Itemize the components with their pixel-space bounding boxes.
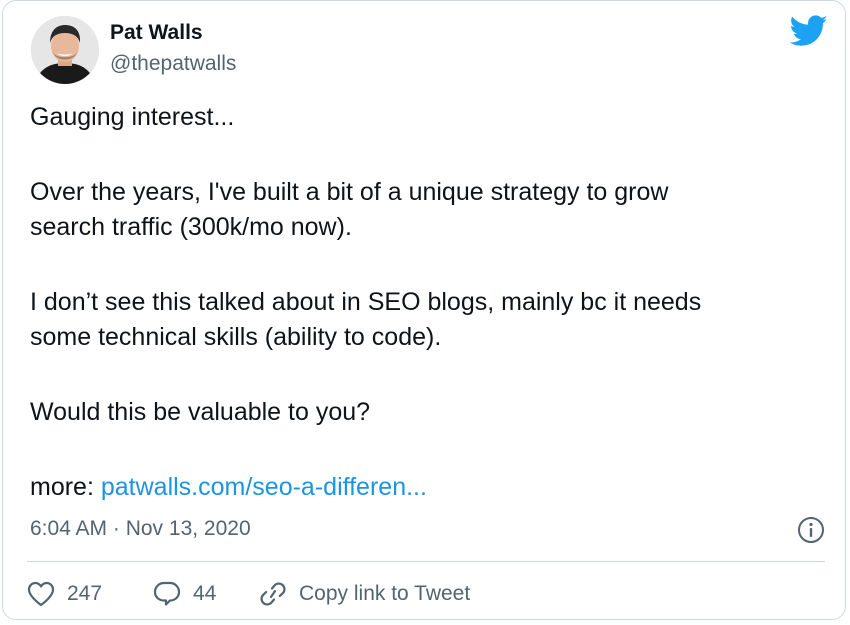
info-icon[interactable] xyxy=(797,516,825,544)
more-link[interactable]: patwalls.com/seo-a-differen... xyxy=(101,473,427,501)
reply-bubble-icon xyxy=(153,581,181,606)
copy-link-button[interactable]: Copy link to Tweet xyxy=(259,578,470,610)
author-handle[interactable]: @thepatwalls xyxy=(110,52,236,76)
tweet-text-line: some technical skills (ability to code). xyxy=(30,323,442,351)
tweet-card[interactable]: Pat Walls @thepatwalls Gauging interest.… xyxy=(2,0,846,620)
profile-photo-icon xyxy=(31,16,99,84)
author-name[interactable]: Pat Walls xyxy=(110,21,203,45)
avatar[interactable] xyxy=(31,16,99,84)
tweet-text-line: Over the years, I've built a bit of a un… xyxy=(30,178,669,206)
reply-button[interactable]: 44 xyxy=(153,578,216,610)
tweet-text-line: Would this be valuable to you? xyxy=(30,398,371,426)
reply-count: 44 xyxy=(193,582,217,605)
timestamp[interactable]: 6:04 AM · Nov 13, 2020 xyxy=(30,517,251,541)
more-line: more: patwalls.com/seo-a-differen... xyxy=(30,472,427,502)
tweet-text-line: I don’t see this talked about in SEO blo… xyxy=(30,288,702,316)
link-icon xyxy=(260,582,286,606)
twitter-bird-icon[interactable] xyxy=(790,15,828,47)
divider xyxy=(27,561,825,562)
tweet-text-line: Gauging interest... xyxy=(30,103,235,131)
more-prefix: more: xyxy=(30,473,101,501)
like-button[interactable]: 247 xyxy=(27,578,102,610)
heart-icon xyxy=(27,581,55,607)
copy-link-label: Copy link to Tweet xyxy=(299,582,471,605)
tweet-text-line: search traffic (300k/mo now). xyxy=(30,213,352,241)
like-count: 247 xyxy=(67,582,103,605)
